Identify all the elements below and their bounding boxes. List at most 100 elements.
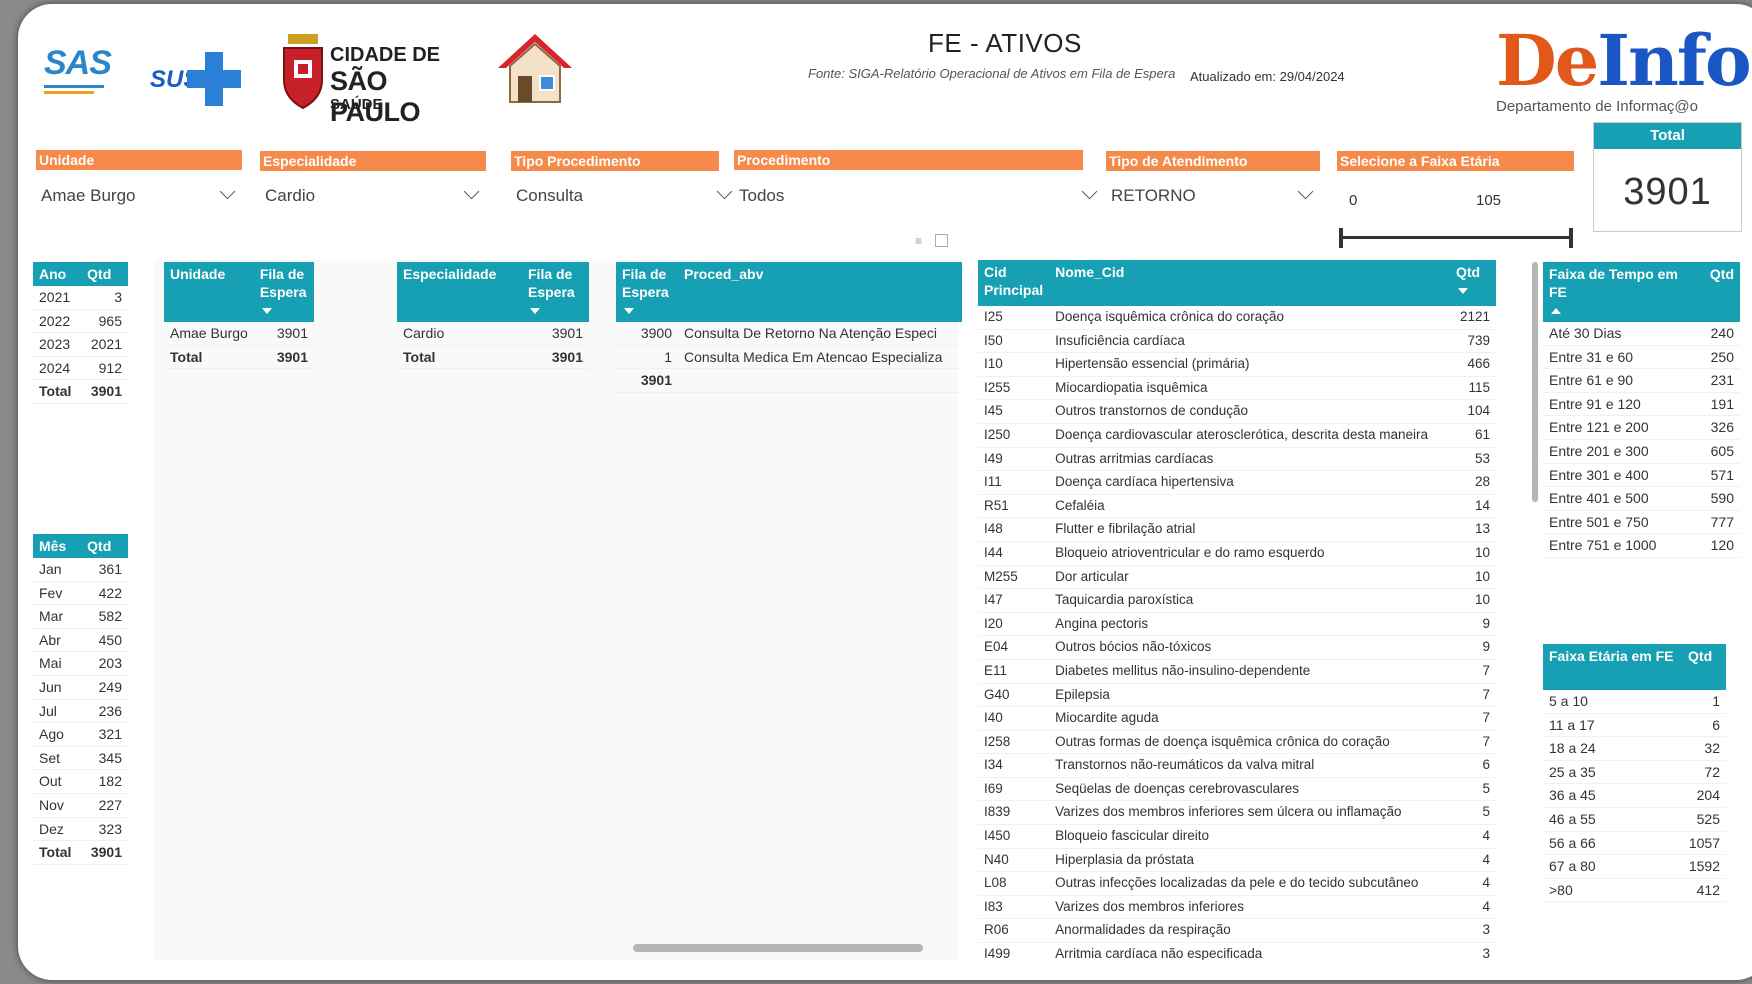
slicer-tipo-procedimento-dropdown[interactable]: Consulta	[511, 182, 739, 212]
age-range-min-handle[interactable]	[1339, 228, 1343, 248]
table-row[interactable]: Out 182	[33, 769, 128, 794]
table-row[interactable]: Abr 450	[33, 628, 128, 653]
table-row[interactable]: Mai 203	[33, 651, 128, 676]
column-header-nome-cid[interactable]: Nome_Cid	[1049, 260, 1450, 306]
column-header-faixa-etaria[interactable]: Faixa Etária em FE	[1543, 644, 1683, 690]
column-header-faixa-tempo[interactable]: Faixa de Tempo em FE	[1543, 262, 1704, 322]
table-row[interactable]: Jun 249	[33, 675, 128, 700]
table-row[interactable]: Nov 227	[33, 793, 128, 818]
table-row[interactable]: I49 Outras arritmias cardíacas 53	[978, 447, 1496, 472]
table-row[interactable]: Entre 401 e 500 590	[1543, 486, 1740, 511]
table-row[interactable]: I40 Miocardite aguda 7	[978, 706, 1496, 731]
table-row[interactable]: Entre 91 e 120 191	[1543, 392, 1740, 417]
table-row[interactable]: Até 30 Dias 240	[1543, 322, 1740, 346]
slicer-procedimento-dropdown[interactable]: Todos	[734, 182, 1104, 212]
table-row[interactable]: Jul 236	[33, 699, 128, 724]
column-header-cid-principal[interactable]: Cid Principal	[978, 260, 1050, 306]
table-row[interactable]: I499 Arritmia cardíaca não especificada 3	[978, 942, 1496, 960]
column-header-fila-espera[interactable]: Fila de Espera	[616, 262, 678, 322]
table-row[interactable]: Entre 501 e 750 777	[1543, 510, 1740, 535]
column-header-qtd[interactable]: Qtd	[81, 534, 128, 558]
table-row[interactable]: I10 Hipertensão essencial (primária) 466	[978, 352, 1496, 377]
column-header-qtd[interactable]: Qtd	[81, 262, 128, 286]
column-header-fila-espera[interactable]: Fila de Espera	[522, 262, 589, 322]
column-header-fila-espera[interactable]: Fila de Espera	[253, 262, 314, 322]
table-row[interactable]: I839 Varizes dos membros inferiores sem ú…	[978, 800, 1496, 826]
table-total-row: Total 3901	[33, 840, 128, 865]
table-row[interactable]: 25 a 35 72	[1543, 760, 1726, 785]
table-row[interactable]: Entre 31 e 60 250	[1543, 345, 1740, 370]
age-range-max-handle[interactable]	[1569, 228, 1573, 248]
table-row[interactable]: 67 a 80 1592	[1543, 854, 1726, 879]
table-row[interactable]: 11 a 17 6	[1543, 713, 1726, 738]
column-header-mes[interactable]: Mês	[33, 534, 82, 558]
table-row[interactable]: G40 Epilepsia 7	[978, 683, 1496, 708]
table-row[interactable]: N40 Hiperplasia da próstata 4	[978, 848, 1496, 873]
column-header-proced-abv[interactable]: Proced_abv	[678, 262, 962, 322]
table-row[interactable]: Dez 323	[33, 817, 128, 842]
table-row[interactable]: I48 Flutter e fibrilação atrial 13	[978, 517, 1496, 542]
table-row[interactable]: 46 a 55 525	[1543, 807, 1726, 832]
table-row[interactable]: Entre 301 e 400 571	[1543, 463, 1740, 488]
table-row[interactable]: Ago 321	[33, 722, 128, 747]
age-range-track[interactable]	[1341, 236, 1571, 239]
table-row[interactable]: Amae Burgo 3901	[164, 322, 314, 346]
table-row[interactable]: E04 Outros bócios não-tóxicos 9	[978, 635, 1496, 660]
table-row[interactable]: I20 Angina pectoris 9	[978, 612, 1496, 637]
table-row[interactable]: I34 Transtornos não-reumáticos da valva m…	[978, 753, 1496, 778]
table-row[interactable]: Entre 201 e 300 605	[1543, 439, 1740, 464]
vertical-scrollbar[interactable]	[1532, 262, 1538, 502]
column-header-especialidade[interactable]: Especialidade	[397, 262, 522, 322]
focus-mode-icon[interactable]	[935, 234, 948, 247]
table-row[interactable]: 2022 965	[33, 309, 128, 334]
table-row[interactable]: 2024 912	[33, 356, 128, 381]
table-row[interactable]: I47 Taquicardia paroxística 10	[978, 588, 1496, 613]
table-row[interactable]: I83 Varizes dos membros inferiores 4	[978, 895, 1496, 920]
table-row[interactable]: I11 Doença cardíaca hipertensiva 28	[978, 470, 1496, 495]
table-row[interactable]: L08 Outras infecções localizadas da pele …	[978, 871, 1496, 896]
age-range-max[interactable]: 105	[1476, 192, 1501, 209]
table-row[interactable]: 2023 2021	[33, 332, 128, 357]
column-header-ano[interactable]: Ano	[33, 262, 82, 286]
horizontal-scrollbar[interactable]	[633, 944, 923, 952]
table-row[interactable]: Mar 582	[33, 604, 128, 629]
table-row[interactable]: >80 412	[1543, 878, 1726, 903]
table-row[interactable]: 56 a 66 1057	[1543, 831, 1726, 856]
table-row[interactable]: I258 Outras formas de doença isquêmica cr…	[978, 730, 1496, 755]
table-row[interactable]: 3900 Consulta De Retorno Na Atenção Espec…	[616, 322, 962, 346]
home-button[interactable]	[496, 32, 574, 106]
table-row[interactable]: I25 Doença isquêmica crônica do coração 21…	[978, 306, 1496, 330]
table-row[interactable]: I69 Seqüelas de doenças cerebrovasculares…	[978, 777, 1496, 802]
column-header-unidade[interactable]: Unidade	[164, 262, 254, 322]
table-row[interactable]: Entre 61 e 90 231	[1543, 368, 1740, 393]
table-row[interactable]: 5 a 10 1	[1543, 690, 1726, 714]
table-row[interactable]: I44 Bloqueio atrioventricular e do ramo e…	[978, 541, 1496, 566]
slicer-especialidade-dropdown[interactable]: Cardio	[260, 182, 486, 212]
table-row[interactable]: I250 Doença cardiovascular aterosclerótic…	[978, 423, 1496, 448]
table-row[interactable]: 2021 3	[33, 286, 128, 310]
table-row[interactable]: 36 a 45 204	[1543, 783, 1726, 808]
column-header-qtd[interactable]: Qtd	[1682, 644, 1726, 690]
filter-icon[interactable]: ≡	[915, 235, 927, 247]
table-row[interactable]: I45 Outros transtornos de condução 104	[978, 399, 1496, 424]
table-row[interactable]: Entre 121 e 200 326	[1543, 415, 1740, 440]
age-range-min[interactable]: 0	[1349, 192, 1357, 209]
table-row[interactable]: 1 Consulta Medica Em Atencao Especializa	[616, 345, 962, 370]
table-row[interactable]: E11 Diabetes mellitus não-insulino-depend…	[978, 659, 1496, 684]
table-row[interactable]: Jan 361	[33, 558, 128, 582]
table-row[interactable]: I255 Miocardiopatia isquêmica 115	[978, 376, 1496, 401]
table-row[interactable]: Entre 751 e 1000 120	[1543, 533, 1740, 558]
table-row[interactable]: M255 Dor articular 10	[978, 565, 1496, 590]
column-header-qtd[interactable]: Qtd	[1703, 262, 1740, 322]
table-row[interactable]: Cardio 3901	[397, 322, 589, 346]
slicer-unidade-dropdown[interactable]: Amae Burgo	[36, 182, 242, 212]
table-row[interactable]: I450 Bloqueio fascicular direito 4	[978, 824, 1496, 849]
table-row[interactable]: Set 345	[33, 746, 128, 771]
table-row[interactable]: Fev 422	[33, 581, 128, 606]
table-row[interactable]: R51 Cefaléia 14	[978, 494, 1496, 519]
slicer-tipo-atendimento-dropdown[interactable]: RETORNO	[1106, 182, 1320, 212]
table-row[interactable]: I50 Insuficiência cardíaca 739	[978, 329, 1496, 354]
column-header-qtd[interactable]: Qtd	[1450, 260, 1496, 306]
table-row[interactable]: 18 a 24 32	[1543, 736, 1726, 761]
table-row[interactable]: R06 Anormalidades da respiração 3	[978, 918, 1496, 944]
